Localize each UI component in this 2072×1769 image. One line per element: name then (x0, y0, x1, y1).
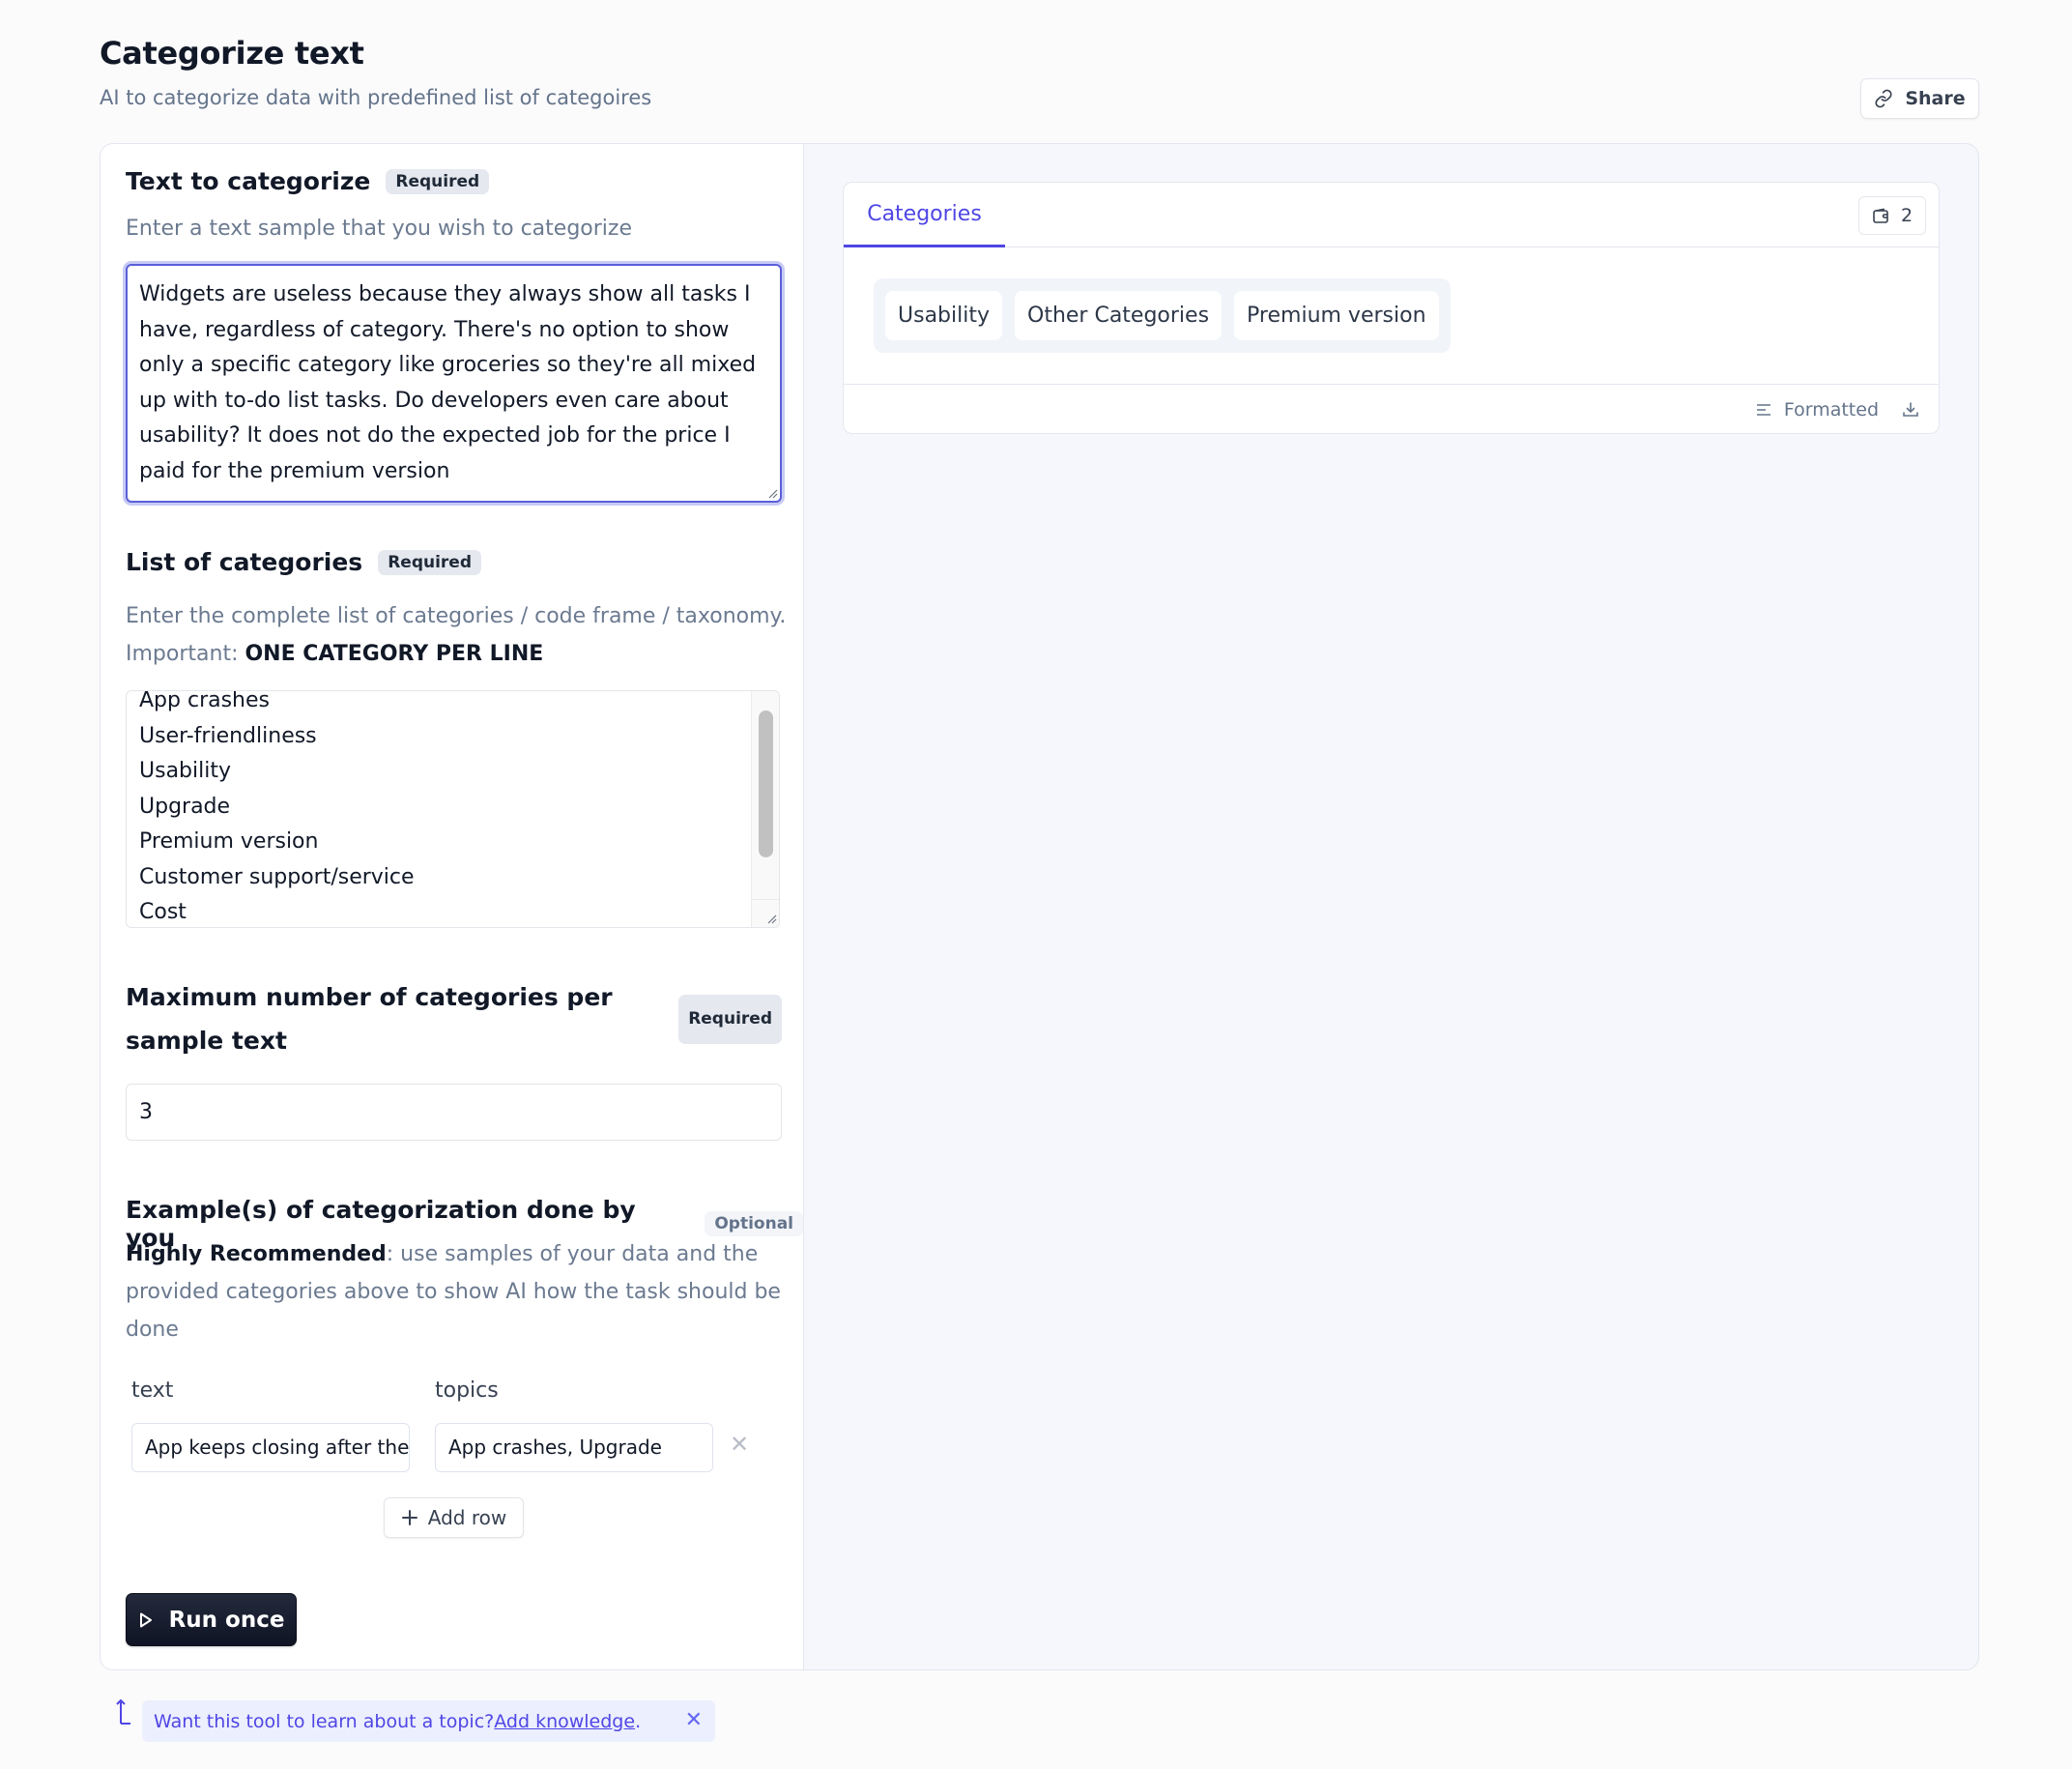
banner-text: Want this tool to learn about a topic? (154, 1710, 495, 1732)
text-to-categorize-input[interactable]: Widgets are useless because they always … (126, 264, 782, 503)
play-icon (139, 1612, 152, 1627)
knowledge-banner: Want this tool to learn about a topic? A… (142, 1700, 715, 1742)
result-count-badge[interactable]: 2 (1858, 196, 1926, 235)
category-chip: Premium version (1234, 291, 1439, 340)
text-to-categorize-value: Widgets are useless because they always … (139, 282, 757, 483)
max-categories-input[interactable]: 3 (126, 1084, 782, 1141)
categories-list: App crashes User-friendliness Usability … (139, 690, 415, 927)
column-header-topics: topics (435, 1378, 499, 1403)
category-line: User-friendliness (139, 723, 317, 748)
format-toggle[interactable]: Formatted (1756, 399, 1879, 420)
example-topics-input[interactable]: App crashes, Upgrade (435, 1423, 713, 1472)
required-badge: Required (678, 994, 782, 1044)
link-icon (1875, 89, 1892, 108)
categories-field-description: Enter the complete list of categories / … (126, 597, 786, 673)
wallet-icon (1873, 208, 1888, 223)
share-label: Share (1905, 88, 1966, 109)
examples-field-description: Highly Recommended: use samples of your … (126, 1235, 783, 1348)
required-badge: Required (386, 168, 490, 194)
categories-description-line: Enter the complete list of categories / … (126, 604, 787, 628)
run-once-label: Run once (168, 1607, 285, 1633)
banner-suffix: . (635, 1710, 642, 1732)
category-line: Premium version (139, 829, 319, 854)
format-label: Formatted (1783, 399, 1879, 420)
remove-row-icon[interactable]: ✕ (730, 1431, 749, 1458)
tab-categories[interactable]: Categories (844, 183, 1005, 247)
important-prefix: Important: (126, 642, 245, 666)
scrollbar-thumb[interactable] (759, 710, 773, 857)
add-row-button[interactable]: Add row (384, 1497, 524, 1538)
optional-badge: Optional (705, 1211, 803, 1236)
example-text-input[interactable]: App keeps closing after the l (131, 1423, 410, 1472)
categories-scrollbar[interactable] (751, 691, 779, 927)
download-icon[interactable] (1902, 401, 1919, 419)
output-card: Categories 2 Usability Other Categories … (843, 182, 1940, 434)
categories-description-important: Important: ONE CATEGORY PER LINE (126, 635, 786, 673)
max-field-label: Maximum number of categories per sample … (126, 983, 613, 1055)
text-field-heading: Text to categorize Required (126, 167, 490, 195)
category-chip: Other Categories (1015, 291, 1223, 340)
categories-textarea[interactable]: App crashes User-friendliness Usability … (126, 690, 780, 928)
max-field-heading: Maximum number of categories per sample … (126, 975, 782, 1062)
close-icon[interactable]: ✕ (685, 1708, 703, 1732)
output-tab-bar: Categories 2 (844, 183, 1939, 247)
add-knowledge-link[interactable]: Add knowledge (494, 1711, 635, 1732)
run-once-button[interactable]: Run once (126, 1593, 297, 1646)
text-field-description: Enter a text sample that you wish to cat… (126, 217, 632, 241)
categories-field-label: List of categories (126, 548, 363, 576)
page-subtitle: AI to categorize data with predefined li… (100, 86, 652, 109)
important-emphasis: ONE CATEGORY PER LINE (245, 642, 544, 666)
category-chips: Usability Other Categories Premium versi… (874, 278, 1451, 353)
align-left-icon (1756, 404, 1770, 416)
column-header-text: text (131, 1378, 174, 1403)
plus-icon (401, 1510, 417, 1525)
text-field-label: Text to categorize (126, 167, 371, 195)
resize-handle-icon[interactable] (764, 485, 778, 499)
resize-corner[interactable] (752, 899, 779, 927)
category-line: Upgrade (139, 794, 231, 819)
input-panel: Text to categorize Required Enter a text… (101, 144, 804, 1669)
add-row-label: Add row (427, 1506, 507, 1529)
category-chip: Usability (885, 291, 1002, 340)
category-line: Usability (139, 759, 231, 783)
arrow-up-icon (116, 1698, 130, 1725)
category-line: Customer support/service (139, 864, 415, 889)
category-line: App crashes (139, 690, 270, 712)
tool-container: Text to categorize Required Enter a text… (100, 143, 1979, 1670)
result-count: 2 (1900, 205, 1914, 226)
recommended-emphasis: Highly Recommended (126, 1242, 387, 1266)
categories-field-heading: List of categories Required (126, 548, 482, 576)
output-footer: Formatted (844, 384, 1939, 433)
required-badge: Required (378, 549, 482, 575)
category-line: Cost (139, 900, 187, 924)
share-button[interactable]: Share (1860, 78, 1979, 119)
resize-handle-icon (767, 914, 777, 924)
page-title: Categorize text (100, 35, 364, 72)
